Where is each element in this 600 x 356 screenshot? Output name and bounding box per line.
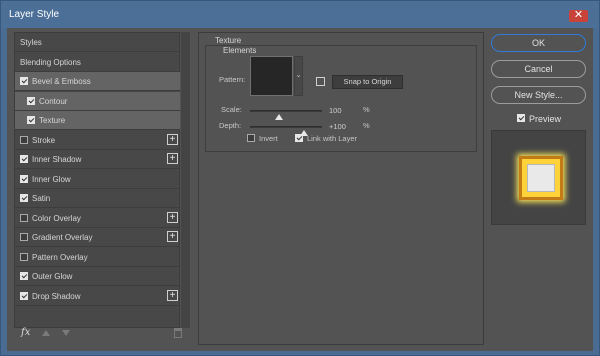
new-style-button[interactable]: New Style... — [491, 86, 586, 104]
style-list-item[interactable]: Blending Options — [15, 53, 180, 72]
style-list-item-label: Outer Glow — [32, 272, 73, 281]
style-list-item[interactable]: Outer Glow — [15, 267, 180, 286]
depth-input[interactable]: +100 — [329, 121, 359, 132]
cancel-button[interactable]: Cancel — [491, 60, 586, 78]
scale-label: Scale: — [221, 105, 242, 114]
style-list-item-label: Satin — [32, 194, 51, 203]
style-list-item[interactable]: Pattern Overlay — [15, 248, 180, 267]
style-list-item[interactable]: Stroke + — [15, 131, 180, 150]
ok-button[interactable]: OK — [491, 34, 586, 52]
style-list-item-label: Inner Glow — [32, 174, 71, 184]
style-list-item[interactable]: Bevel & Emboss — [15, 72, 180, 91]
add-effect-icon[interactable]: + — [167, 153, 178, 164]
texture-panel: Texture Elements Pattern: ⌄ Snap to Orig… — [198, 32, 484, 345]
style-list-item-label: Styles — [20, 38, 42, 47]
add-effect-icon[interactable]: + — [167, 231, 178, 242]
style-list-toolbar: fx — [14, 324, 190, 344]
texture-group-title: Texture — [215, 36, 242, 45]
style-list-item[interactable]: Satin — [15, 189, 180, 208]
style-preview-thumbnail — [491, 130, 586, 225]
style-list-item-label: Inner Shadow — [32, 155, 82, 164]
close-icon[interactable]: ✕ — [569, 10, 588, 22]
style-checkbox[interactable] — [20, 213, 28, 222]
style-checkbox[interactable] — [20, 155, 28, 163]
invert-label: Invert — [259, 134, 278, 143]
depth-slider[interactable] — [250, 126, 322, 136]
style-checkbox[interactable] — [27, 96, 35, 105]
depth-label: Depth: — [219, 121, 242, 130]
pattern-swatch[interactable] — [250, 56, 293, 96]
scale-input[interactable]: 100 — [329, 105, 359, 116]
style-list-item[interactable]: Color Overlay + — [15, 209, 180, 228]
preview-tile-texture — [527, 164, 555, 192]
style-list-item[interactable]: Styles — [15, 33, 180, 52]
preview-label: Preview — [529, 114, 562, 124]
link-with-layer-checkbox[interactable] — [295, 134, 303, 142]
style-list-item-label: Gradient Overlay — [32, 233, 93, 242]
style-list-item-label: Bevel & Emboss — [32, 77, 91, 86]
style-checkbox[interactable] — [20, 252, 28, 261]
style-list-item-label: Texture — [39, 116, 66, 125]
style-list-item[interactable]: Drop Shadow + — [15, 287, 180, 306]
style-checkbox[interactable] — [20, 194, 28, 202]
style-list-scrollbar[interactable] — [181, 32, 190, 328]
style-list-item[interactable]: Gradient Overlay + — [15, 228, 180, 247]
layer-style-window: Layer Style ✕ Styles Blending Options Beve… — [0, 0, 600, 356]
add-effect-icon[interactable]: + — [167, 289, 178, 301]
fx-icon[interactable]: fx — [21, 327, 30, 338]
snap-to-origin-button[interactable]: Snap to Origin — [332, 75, 403, 89]
style-list-item[interactable]: Inner Shadow + — [15, 150, 180, 169]
style-checkbox[interactable] — [20, 291, 28, 300]
style-list-item[interactable]: Contour — [15, 91, 180, 111]
style-list-item-label: Blending Options — [20, 57, 81, 67]
invert-checkbox[interactable] — [247, 134, 255, 142]
scale-slider-thumb[interactable] — [274, 114, 283, 120]
scale-slider[interactable] — [250, 110, 322, 120]
style-list-item[interactable]: Texture — [15, 111, 180, 130]
window-title: Layer Style — [9, 9, 60, 20]
preview-checkbox[interactable] — [517, 114, 525, 122]
style-checkbox[interactable] — [20, 174, 28, 183]
depth-unit: % — [363, 121, 370, 130]
style-checkbox[interactable] — [20, 77, 28, 85]
link-with-layer-label: Link with Layer — [307, 134, 358, 143]
add-effect-icon[interactable]: + — [167, 211, 178, 223]
dialog-body: Styles Blending Options Bevel & Emboss Cont… — [7, 28, 593, 351]
new-preset-icon[interactable] — [316, 77, 325, 86]
title-bar: Layer Style ✕ — [1, 1, 599, 28]
pattern-dropdown[interactable]: ⌄ — [294, 56, 303, 96]
style-checkbox[interactable] — [20, 272, 28, 280]
scale-unit: % — [363, 105, 370, 114]
style-list-item-label: Pattern Overlay — [32, 252, 88, 262]
style-list-item-label: Contour — [39, 96, 68, 106]
add-effect-icon[interactable]: + — [167, 133, 178, 145]
style-checkbox[interactable] — [27, 116, 35, 124]
style-list-item-label: Stroke — [32, 135, 56, 145]
style-list-item-label: Drop Shadow — [32, 291, 81, 301]
move-down-icon[interactable] — [62, 330, 70, 336]
style-list-item-label: Color Overlay — [32, 213, 81, 223]
trash-icon[interactable] — [174, 328, 182, 338]
chevron-down-icon: ⌄ — [295, 72, 302, 79]
pattern-label: Pattern: — [219, 75, 246, 84]
style-checkbox[interactable] — [20, 233, 28, 241]
elements-title: Elements — [223, 46, 257, 55]
style-list-item[interactable]: Inner Glow — [15, 170, 180, 189]
preview-tile — [519, 156, 563, 200]
move-up-icon[interactable] — [42, 330, 50, 336]
style-checkbox[interactable] — [20, 135, 28, 144]
style-list: Styles Blending Options Bevel & Emboss Cont… — [14, 32, 180, 328]
